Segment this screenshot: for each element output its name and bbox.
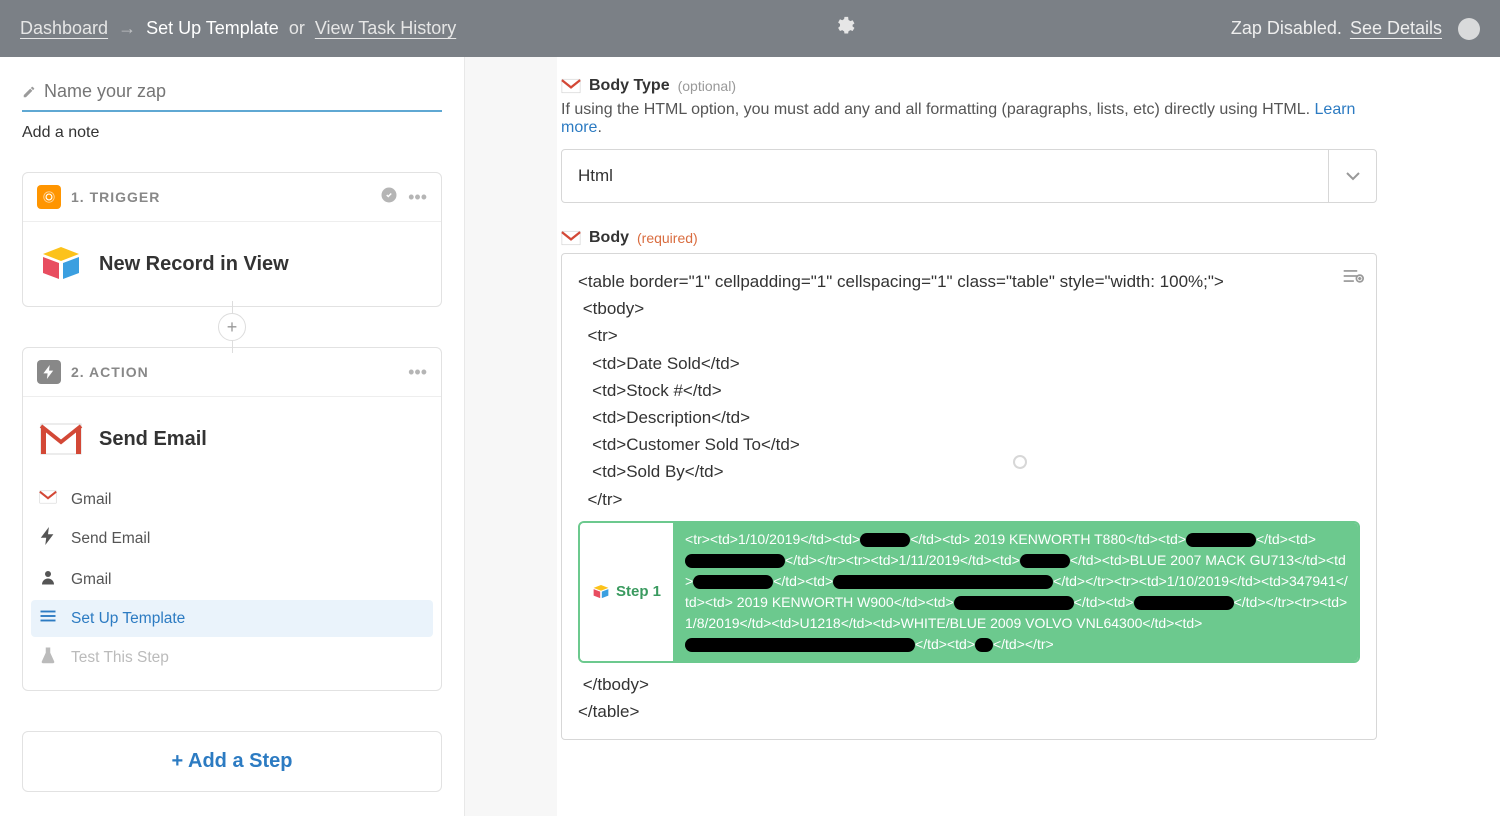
body-type-select[interactable]: Html (561, 149, 1377, 203)
breadcrumb-current: Set Up Template (146, 18, 279, 39)
field-body: Body (required) <table border="1" cellpa… (557, 229, 1397, 740)
field-hint: (optional) (678, 78, 736, 94)
add-step-card[interactable]: + Add a Step (22, 731, 442, 792)
substep-app[interactable]: Gmail (23, 481, 441, 518)
code-line: </tbody> (578, 671, 1360, 698)
code-line: </table> (578, 698, 1360, 725)
step-chip-tag: Step 1 (580, 523, 675, 661)
insert-field-icon[interactable] (1342, 266, 1364, 293)
field-body-type: Body Type (optional) If using the HTML o… (557, 77, 1397, 203)
person-icon (39, 568, 57, 591)
breadcrumb-arrow-icon: → (118, 18, 136, 39)
code-line: <td>Date Sold</td> (578, 350, 1360, 377)
check-icon (380, 186, 398, 208)
trigger-badge-icon (37, 185, 61, 209)
action-body: Send Email (23, 397, 441, 481)
select-value: Html (578, 166, 613, 186)
substep-account[interactable]: Gmail (23, 559, 441, 600)
zap-name-row (22, 77, 442, 112)
gmail-icon (39, 417, 83, 461)
trigger-header: 1. TRIGGER ••• (23, 173, 441, 222)
gmail-small-icon (39, 490, 57, 509)
add-note-link[interactable]: Add a note (22, 124, 99, 142)
substep-test[interactable]: Test This Step (23, 637, 441, 678)
field-hint: (required) (637, 230, 698, 246)
zap-name-input[interactable] (44, 81, 442, 102)
sidebar: Add a note 1. TRIGGER ••• New Record in … (0, 57, 465, 816)
substep-event[interactable]: Send Email (23, 518, 441, 559)
dashboard-link[interactable]: Dashboard (20, 18, 108, 39)
action-header: 2. ACTION ••• (23, 348, 441, 397)
substep-template[interactable]: Set Up Template (31, 600, 433, 637)
list-icon (39, 609, 57, 628)
gmail-small-icon (561, 78, 581, 94)
gear-icon[interactable] (833, 15, 855, 43)
step-connector: + (22, 307, 442, 347)
action-name: Send Email (99, 428, 207, 451)
substep-label: Test This Step (71, 649, 169, 667)
step-data-chip[interactable]: Step 1 <tr><td>1/10/2019</td><td></td><t… (578, 521, 1360, 663)
action-menu-icon[interactable]: ••• (408, 362, 427, 383)
substep-label: Set Up Template (71, 610, 185, 628)
topbar-right: Zap Disabled. See Details (1231, 18, 1480, 40)
code-line: <td>Sold By</td> (578, 458, 1360, 485)
field-label: Body Type (589, 77, 670, 95)
code-line: <td>Stock #</td> (578, 377, 1360, 404)
breadcrumb-or: or (289, 18, 305, 39)
field-label: Body (589, 229, 629, 247)
add-between-button[interactable]: + (218, 313, 246, 341)
pencil-icon (22, 85, 36, 99)
substep-label: Send Email (71, 530, 150, 548)
substep-label: Gmail (71, 571, 111, 589)
topbar: Dashboard → Set Up Template or View Task… (0, 0, 1500, 57)
zap-status-text: Zap Disabled. (1231, 18, 1342, 39)
add-step-button[interactable]: + Add a Step (172, 750, 293, 772)
chevron-down-icon (1328, 150, 1376, 202)
action-title: 2. ACTION (71, 364, 408, 380)
topbar-center (456, 15, 1231, 43)
code-line: <td>Customer Sold To</td> (578, 431, 1360, 458)
task-history-link[interactable]: View Task History (315, 18, 456, 39)
code-line: <tbody> (578, 295, 1360, 322)
step-chip-label: Step 1 (616, 580, 661, 604)
trigger-name: New Record in View (99, 253, 289, 276)
trigger-menu-icon[interactable]: ••• (408, 187, 427, 208)
code-line: <td>Description</td> (578, 404, 1360, 431)
code-line: </tr> (578, 486, 1360, 513)
trigger-title: 1. TRIGGER (71, 189, 374, 205)
see-details-link[interactable]: See Details (1350, 18, 1442, 39)
code-line: <tr> (578, 322, 1360, 349)
substep-label: Gmail (71, 491, 111, 509)
breadcrumb: Dashboard → Set Up Template or View Task… (20, 18, 456, 39)
body-editor[interactable]: <table border="1" cellpadding="1" cellsp… (561, 253, 1377, 740)
code-line: <table border="1" cellpadding="1" cellsp… (578, 268, 1360, 295)
trigger-card[interactable]: 1. TRIGGER ••• New Record in View (22, 172, 442, 307)
step-chip-body: <tr><td>1/10/2019</td><td></td><td> 2019… (675, 523, 1358, 661)
airtable-icon (39, 242, 83, 286)
content-panel: Body Type (optional) If using the HTML o… (557, 57, 1500, 816)
zap-toggle[interactable] (1458, 18, 1480, 40)
bolt-icon (39, 527, 57, 550)
action-card[interactable]: 2. ACTION ••• Send Email Gmail Send Emai… (22, 347, 442, 691)
trigger-body: New Record in View (23, 222, 441, 306)
gmail-small-icon (561, 230, 581, 246)
action-substeps: Gmail Send Email Gmail Set Up Template T… (23, 481, 441, 690)
flask-icon (39, 646, 57, 669)
action-badge-icon (37, 360, 61, 384)
field-help: If using the HTML option, you must add a… (561, 101, 1377, 137)
